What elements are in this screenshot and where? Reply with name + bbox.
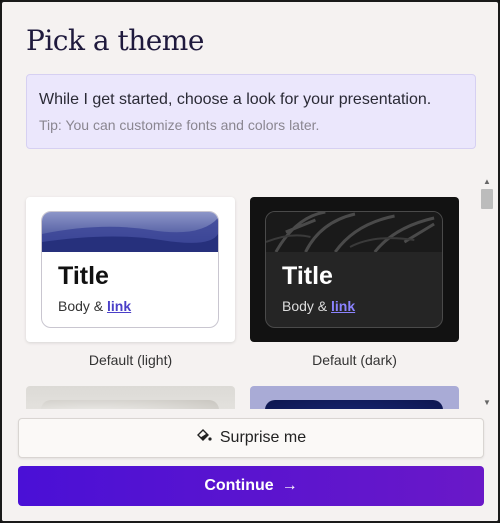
theme-sample-body: Body & link — [58, 298, 131, 314]
surprise-me-button[interactable]: Surprise me — [18, 418, 484, 458]
theme-picker-dialog: Pick a theme While I get started, choose… — [0, 0, 500, 523]
info-tip: Tip: You can customize fonts and colors … — [39, 117, 320, 133]
theme-sample-body: Body & link — [282, 298, 355, 314]
dialog-title: Pick a theme — [26, 24, 204, 57]
continue-label: Continue — [204, 477, 274, 494]
scroll-down-icon[interactable]: ▼ — [483, 398, 491, 407]
info-message: While I get started, choose a look for y… — [39, 91, 432, 108]
theme-sample-link: link — [107, 298, 132, 314]
scrollbar[interactable]: ▲ ▼ — [480, 177, 494, 407]
surprise-me-label: Surprise me — [219, 429, 307, 446]
theme-sample-title: Title — [58, 262, 109, 290]
theme-card-next-2[interactable] — [250, 386, 459, 409]
continue-button[interactable]: Continue → — [18, 466, 484, 506]
scroll-up-icon[interactable]: ▲ — [483, 177, 491, 186]
theme-card-next-1[interactable] — [26, 386, 235, 409]
theme-card-dark[interactable]: Title Body & link — [250, 197, 459, 342]
theme-preview-next-2 — [265, 400, 443, 409]
theme-sample-title: Title — [282, 262, 333, 290]
paint-bucket-icon — [196, 429, 212, 447]
theme-list[interactable]: Title Body & link Default (light) Title … — [14, 172, 498, 409]
theme-preview-dark: Title Body & link — [265, 211, 443, 328]
theme-card-light[interactable]: Title Body & link — [26, 197, 235, 342]
theme-name-dark: Default (dark) — [312, 352, 397, 368]
arrow-right-icon: → — [281, 477, 298, 494]
theme-sample-link: link — [331, 298, 356, 314]
info-box: While I get started, choose a look for y… — [26, 74, 476, 149]
theme-sample-body-text: Body & — [58, 298, 108, 314]
theme-name-light: Default (light) — [88, 352, 173, 368]
scrollbar-thumb[interactable] — [481, 189, 493, 209]
theme-preview-next-1 — [41, 400, 219, 409]
theme-banner-image — [42, 212, 218, 252]
theme-preview-light: Title Body & link — [41, 211, 219, 328]
theme-sample-body-text: Body & — [282, 298, 332, 314]
theme-banner-image — [266, 212, 442, 252]
